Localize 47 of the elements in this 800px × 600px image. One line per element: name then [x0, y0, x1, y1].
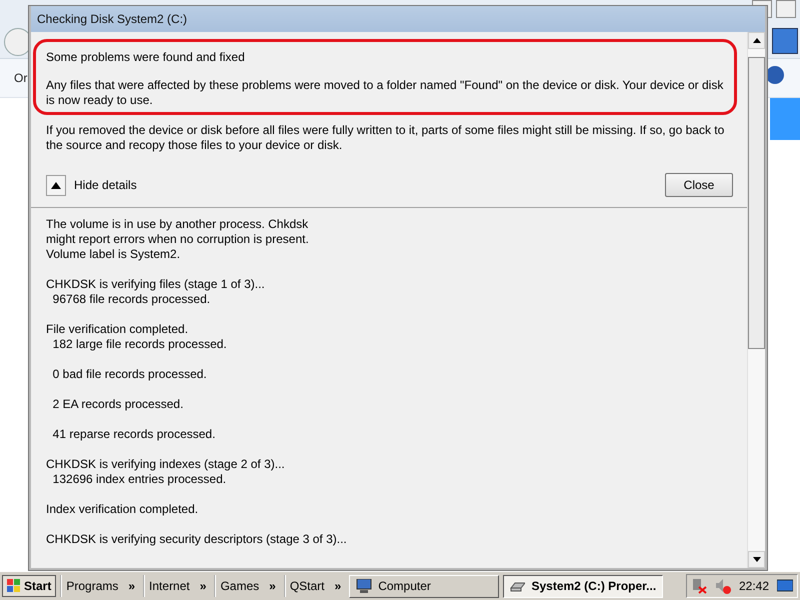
toolbar-chevron[interactable]: »: [334, 579, 346, 593]
close-button[interactable]: Close: [665, 173, 733, 197]
start-button[interactable]: Start: [2, 575, 56, 597]
result-heading: Some problems were found and fixed: [46, 50, 246, 64]
result-text: Any files that were affected by these problems were moved to a folder named "Found" on the device or disk. Your device or disk is now ready to use.: [46, 78, 724, 108]
scroll-thumb[interactable]: [748, 57, 765, 349]
log-line: 132696 index entries processed.: [52, 472, 228, 487]
clock: 22:42: [738, 579, 769, 593]
toolbar-chevron[interactable]: »: [269, 579, 280, 593]
up-arrow-icon: [51, 182, 61, 188]
taskbar-button[interactable]: Computer: [349, 574, 500, 598]
up-arrow-icon: [752, 38, 760, 43]
toolbar-chevron[interactable]: »: [200, 579, 210, 593]
toolbar-label[interactable]: QStart: [290, 579, 324, 593]
down-arrow-icon: [752, 557, 760, 562]
log-line: CHKDSK is verifying files (stage 1 of 3)...: [46, 277, 266, 292]
log-line: 2 EA records processed.: [52, 397, 184, 412]
window-title: Checking Disk System2 (C:): [37, 12, 188, 26]
log-line: CHKDSK is verifying indexes (stage 2 of 3)...: [46, 457, 286, 472]
windows-logo-icon: [7, 579, 21, 593]
menu-item[interactable]: Or: [14, 71, 28, 85]
desktop-icon: [777, 579, 793, 593]
volume-muted-icon: [714, 578, 731, 594]
toolbar-label[interactable]: Internet: [149, 579, 190, 593]
toolbar-label[interactable]: Games: [220, 579, 260, 593]
selection-highlight: [770, 98, 800, 140]
computer-icon: [356, 579, 372, 593]
log-line: 0 bad file records processed.: [52, 367, 208, 382]
log-line: Index verification completed.: [46, 502, 200, 517]
network-error-icon: [690, 578, 707, 594]
taskbar-button[interactable]: System2 (C:) Proper...: [503, 574, 664, 598]
log-line: Volume label is System2.: [46, 247, 182, 262]
log-line: The volume is in use by another process. Chkdsk: [46, 217, 310, 232]
log-line: CHKDSK is verifying security descriptors (stage 3 of 3)...: [46, 532, 348, 547]
log-line: 96768 file records processed.: [52, 292, 212, 307]
scrollbar[interactable]: [747, 32, 765, 568]
note-text: If you removed the device or disk before all files were fully written to it, parts of some files might still be missing. If so, go back to the source and recopy those files to your device or disk.: [46, 123, 726, 153]
search-button[interactable]: [772, 28, 798, 54]
log-line: File verification completed.: [46, 322, 190, 337]
details-label[interactable]: Hide details: [74, 178, 665, 192]
log-line: 182 large file records processed.: [52, 337, 228, 352]
toolbar-label[interactable]: Programs: [66, 579, 118, 593]
log-line: might report errors when no corruption is present.: [46, 232, 310, 247]
close-button[interactable]: [776, 0, 796, 18]
toolbar-chevron[interactable]: »: [128, 579, 140, 593]
log-line: 41 reparse records processed.: [52, 427, 216, 442]
toggle-details-button[interactable]: [46, 174, 66, 196]
